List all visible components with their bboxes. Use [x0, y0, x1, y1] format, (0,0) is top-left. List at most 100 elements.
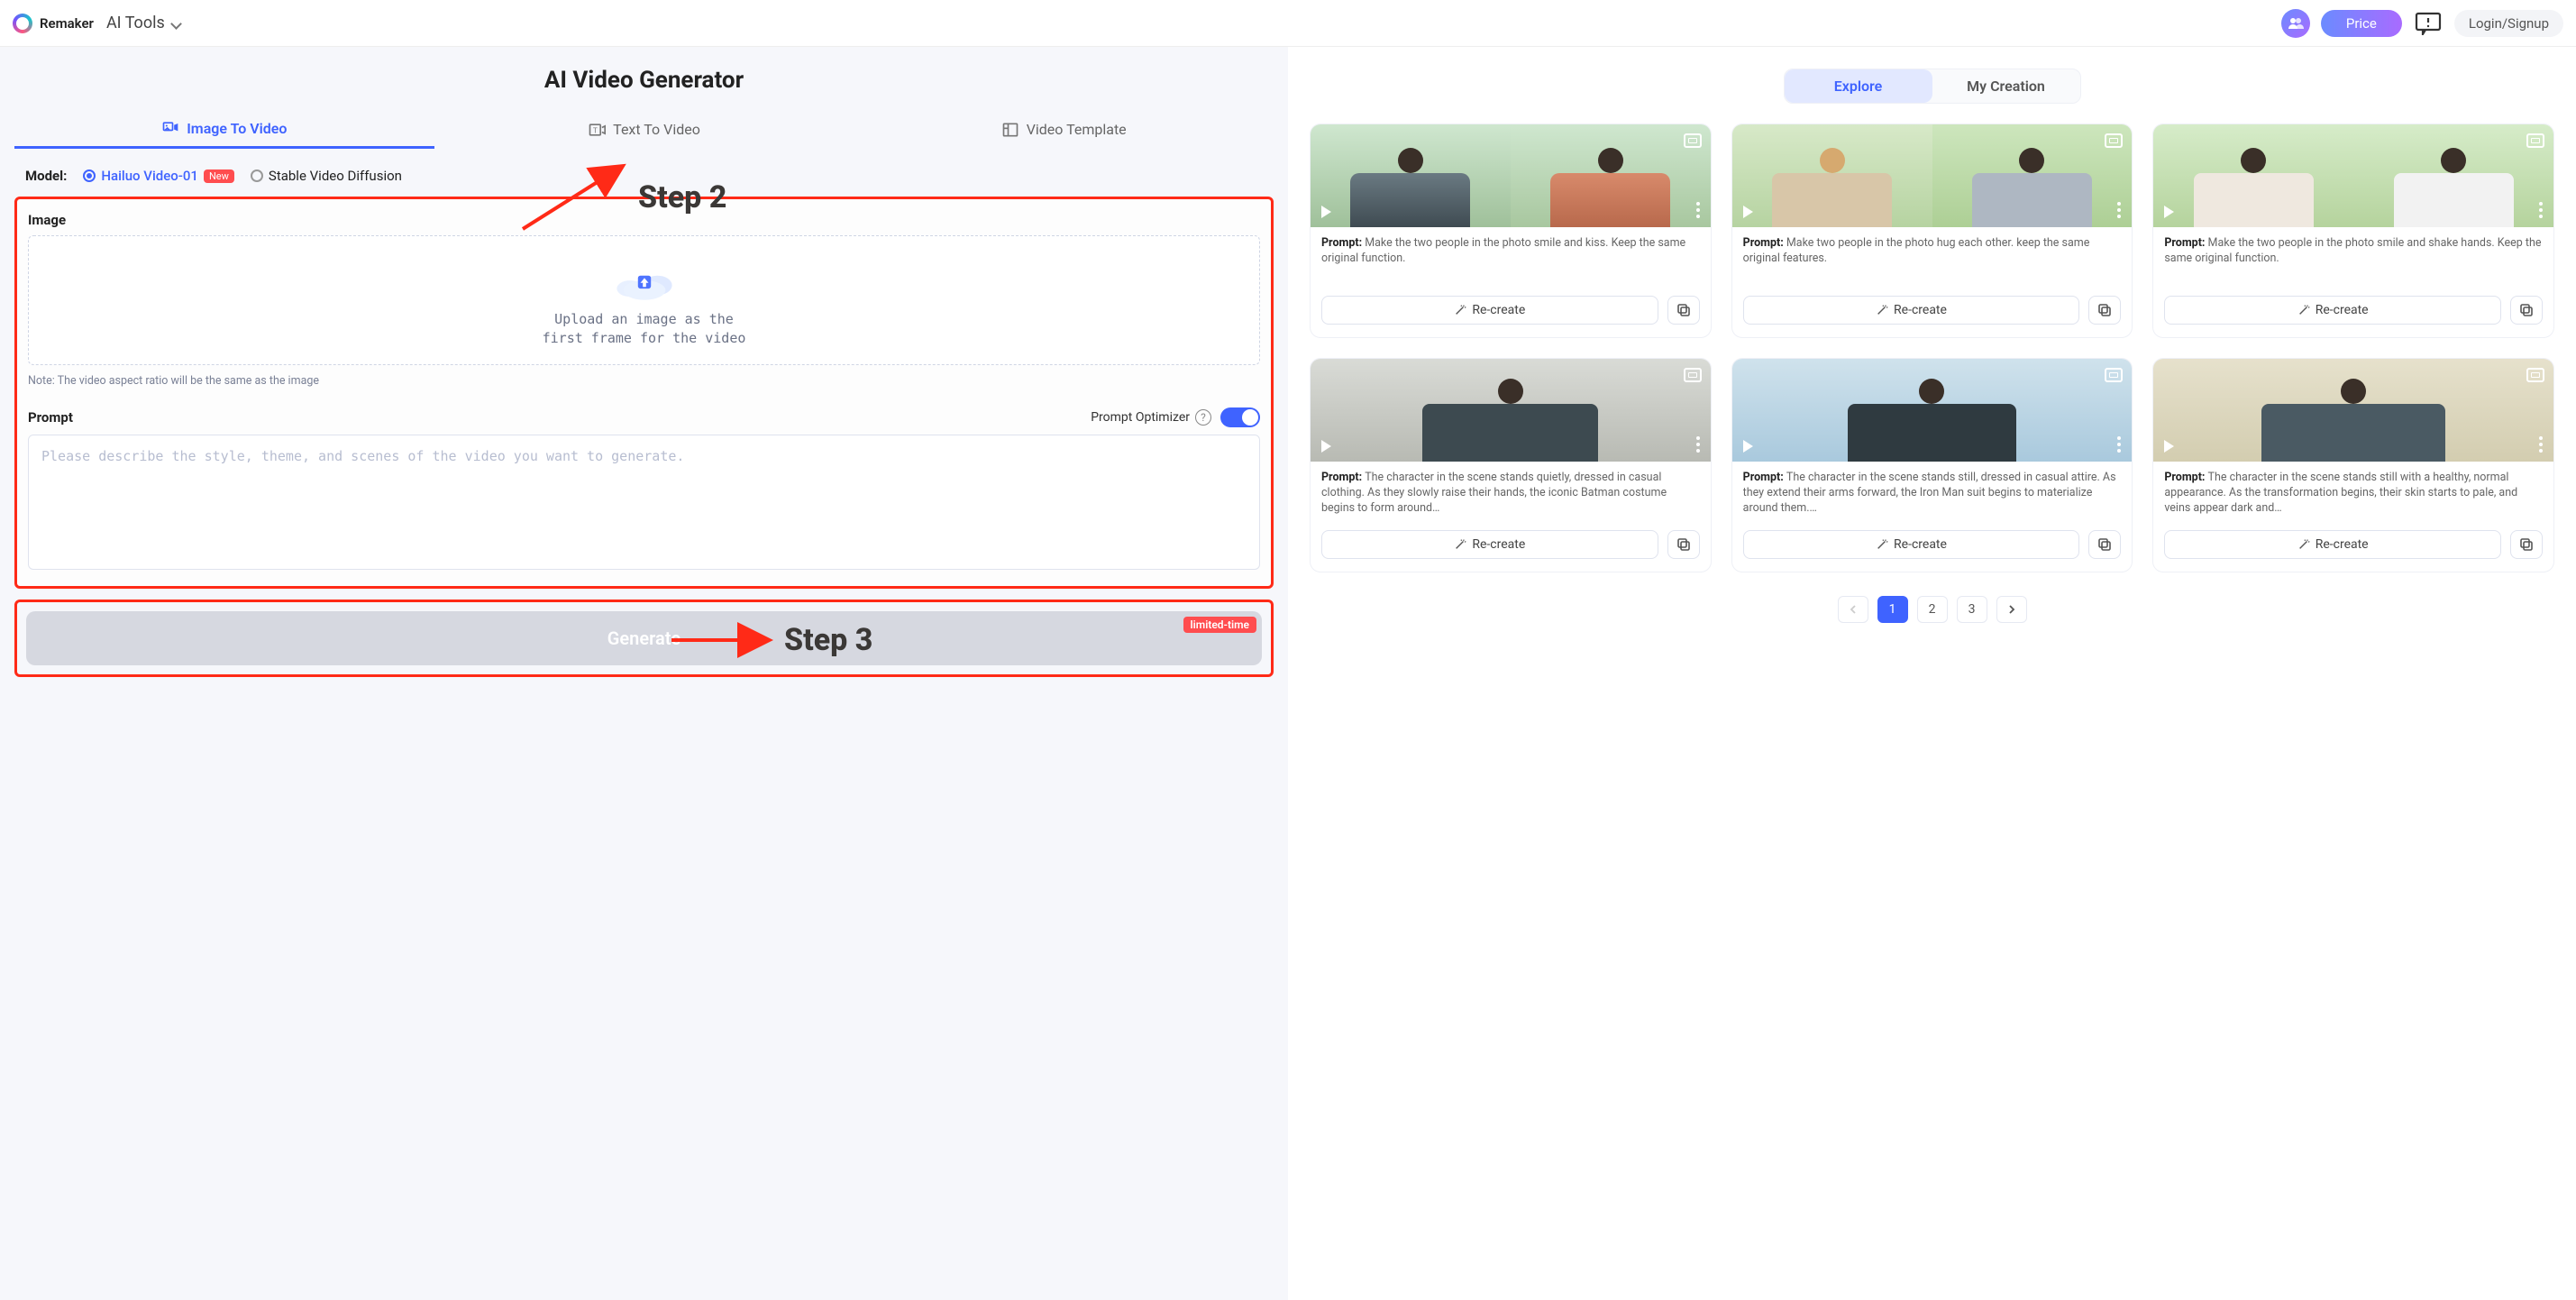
wand-icon: [1876, 304, 1888, 316]
card-prompt: Prompt: The character in the scene stand…: [1321, 471, 1700, 519]
card-prompt: Prompt: Make the two people in the photo…: [1321, 236, 1700, 285]
generate-label: Generate: [607, 627, 681, 649]
tab-text-to-video[interactable]: T Text To Video: [434, 110, 854, 149]
video-thumbnail[interactable]: [2153, 359, 2553, 462]
copy-icon: [1676, 537, 1691, 552]
play-icon[interactable]: [1743, 206, 1753, 218]
step2-highlight-box: Image Upload an image as the first frame…: [14, 197, 1274, 589]
copy-button[interactable]: [2088, 296, 2121, 325]
upload-text-line2: first frame for the video: [543, 329, 746, 348]
tab-explore[interactable]: Explore: [1785, 69, 1932, 103]
play-icon[interactable]: [1743, 440, 1753, 453]
copy-icon: [2519, 537, 2534, 552]
page-2[interactable]: 2: [1917, 596, 1948, 623]
radio-hailuo[interactable]: Hailuo Video-01 New: [83, 168, 234, 184]
recreate-button[interactable]: Re-create: [1743, 530, 2080, 559]
image-badge-icon: [2105, 368, 2123, 382]
image-badge-icon: [1684, 368, 1702, 382]
recreate-button[interactable]: Re-create: [2164, 530, 2501, 559]
more-menu-icon[interactable]: [1696, 202, 1700, 218]
video-card: Prompt: The character in the scene stand…: [1310, 358, 1712, 572]
video-thumbnail[interactable]: [1732, 124, 2133, 227]
brand-name: Remaker: [40, 15, 94, 32]
prompt-section-label: Prompt: [28, 409, 73, 426]
tab-image-to-video[interactable]: Image To Video: [14, 110, 434, 149]
wand-icon: [1454, 304, 1466, 316]
image-to-video-icon: [161, 119, 179, 137]
copy-button[interactable]: [2088, 530, 2121, 559]
video-thumbnail[interactable]: [1311, 124, 1711, 227]
prompt-optimizer-toggle[interactable]: [1220, 407, 1260, 427]
radio-dot-icon: [251, 169, 263, 182]
recreate-button[interactable]: Re-create: [1321, 296, 1658, 325]
model-hailuo-label: Hailuo Video-01: [101, 168, 198, 184]
video-card: Prompt: The character in the scene stand…: [2152, 358, 2554, 572]
copy-button[interactable]: [2510, 296, 2543, 325]
recreate-button[interactable]: Re-create: [1743, 296, 2080, 325]
tab-my-creation[interactable]: My Creation: [1932, 69, 2080, 103]
image-badge-icon: [1684, 133, 1702, 148]
play-icon[interactable]: [1321, 440, 1331, 453]
page-prev[interactable]: [1838, 596, 1868, 623]
play-icon[interactable]: [2164, 206, 2174, 218]
image-section-label: Image: [28, 212, 1260, 228]
more-menu-icon[interactable]: [2539, 202, 2543, 218]
tab-label: Text To Video: [613, 121, 700, 138]
page-1[interactable]: 1: [1877, 596, 1908, 623]
prompt-textarea[interactable]: [28, 435, 1260, 570]
video-thumbnail[interactable]: [1311, 359, 1711, 462]
top-nav: Remaker AI Tools Price Login/Signup: [0, 0, 2576, 47]
video-thumbnail[interactable]: [2153, 124, 2553, 227]
copy-icon: [1676, 303, 1691, 317]
play-icon[interactable]: [1321, 206, 1331, 218]
more-menu-icon[interactable]: [2117, 202, 2121, 218]
nav-right: Price Login/Signup: [2281, 9, 2563, 38]
image-badge-icon: [2526, 133, 2544, 148]
community-icon[interactable]: [2281, 9, 2310, 38]
page-3[interactable]: 3: [1957, 596, 1987, 623]
radio-stable[interactable]: Stable Video Diffusion: [251, 168, 402, 184]
page-next[interactable]: [1996, 596, 2027, 623]
help-icon[interactable]: ?: [1195, 409, 1211, 426]
more-menu-icon[interactable]: [1696, 436, 1700, 453]
more-menu-icon[interactable]: [2539, 436, 2543, 453]
wand-icon: [2297, 538, 2310, 551]
copy-button[interactable]: [1667, 296, 1700, 325]
prompt-optimizer-label: Prompt Optimizer: [1091, 410, 1190, 425]
text-to-video-icon: T: [588, 121, 606, 139]
page-title: AI Video Generator: [14, 67, 1274, 94]
video-card: Prompt: Make the two people in the photo…: [2152, 124, 2554, 338]
chevron-right-icon: [2007, 605, 2016, 614]
copy-button[interactable]: [2510, 530, 2543, 559]
more-menu-icon[interactable]: [2117, 436, 2121, 453]
upload-text-line1: Upload an image as the: [554, 310, 734, 329]
step3-highlight-box: Generate limited-time: [14, 600, 1274, 677]
copy-icon: [2097, 537, 2112, 552]
generator-tabs: Image To Video T Text To Video Video Tem…: [14, 110, 1274, 150]
brand-logo[interactable]: Remaker: [13, 14, 94, 33]
play-icon[interactable]: [2164, 440, 2174, 453]
copy-icon: [2097, 303, 2112, 317]
copy-icon: [2519, 303, 2534, 317]
radio-dot-icon: [83, 169, 96, 182]
image-upload-area[interactable]: Upload an image as the first frame for t…: [28, 235, 1260, 365]
recreate-button[interactable]: Re-create: [2164, 296, 2501, 325]
login-signup-button[interactable]: Login/Signup: [2454, 10, 2563, 37]
aspect-ratio-note: Note: The video aspect ratio will be the…: [28, 374, 1260, 388]
generate-button[interactable]: Generate limited-time: [26, 611, 1262, 665]
wand-icon: [1876, 538, 1888, 551]
card-prompt: Prompt: The character in the scene stand…: [1743, 471, 2122, 519]
cloud-upload-icon: [612, 260, 677, 303]
recreate-button[interactable]: Re-create: [1321, 530, 1658, 559]
ai-tools-dropdown[interactable]: AI Tools: [106, 14, 181, 32]
price-button[interactable]: Price: [2321, 10, 2402, 37]
copy-button[interactable]: [1667, 530, 1700, 559]
video-card: Prompt: Make two people in the photo hug…: [1731, 124, 2133, 338]
tab-video-template[interactable]: Video Template: [854, 110, 1274, 149]
prompt-header-row: Prompt Prompt Optimizer ?: [28, 407, 1260, 427]
new-badge: New: [204, 169, 234, 183]
model-stable-label: Stable Video Diffusion: [269, 168, 402, 184]
model-selector: Model: Hailuo Video-01 New Stable Video …: [14, 168, 1274, 184]
feedback-icon[interactable]: [2413, 11, 2444, 36]
video-thumbnail[interactable]: [1732, 359, 2133, 462]
